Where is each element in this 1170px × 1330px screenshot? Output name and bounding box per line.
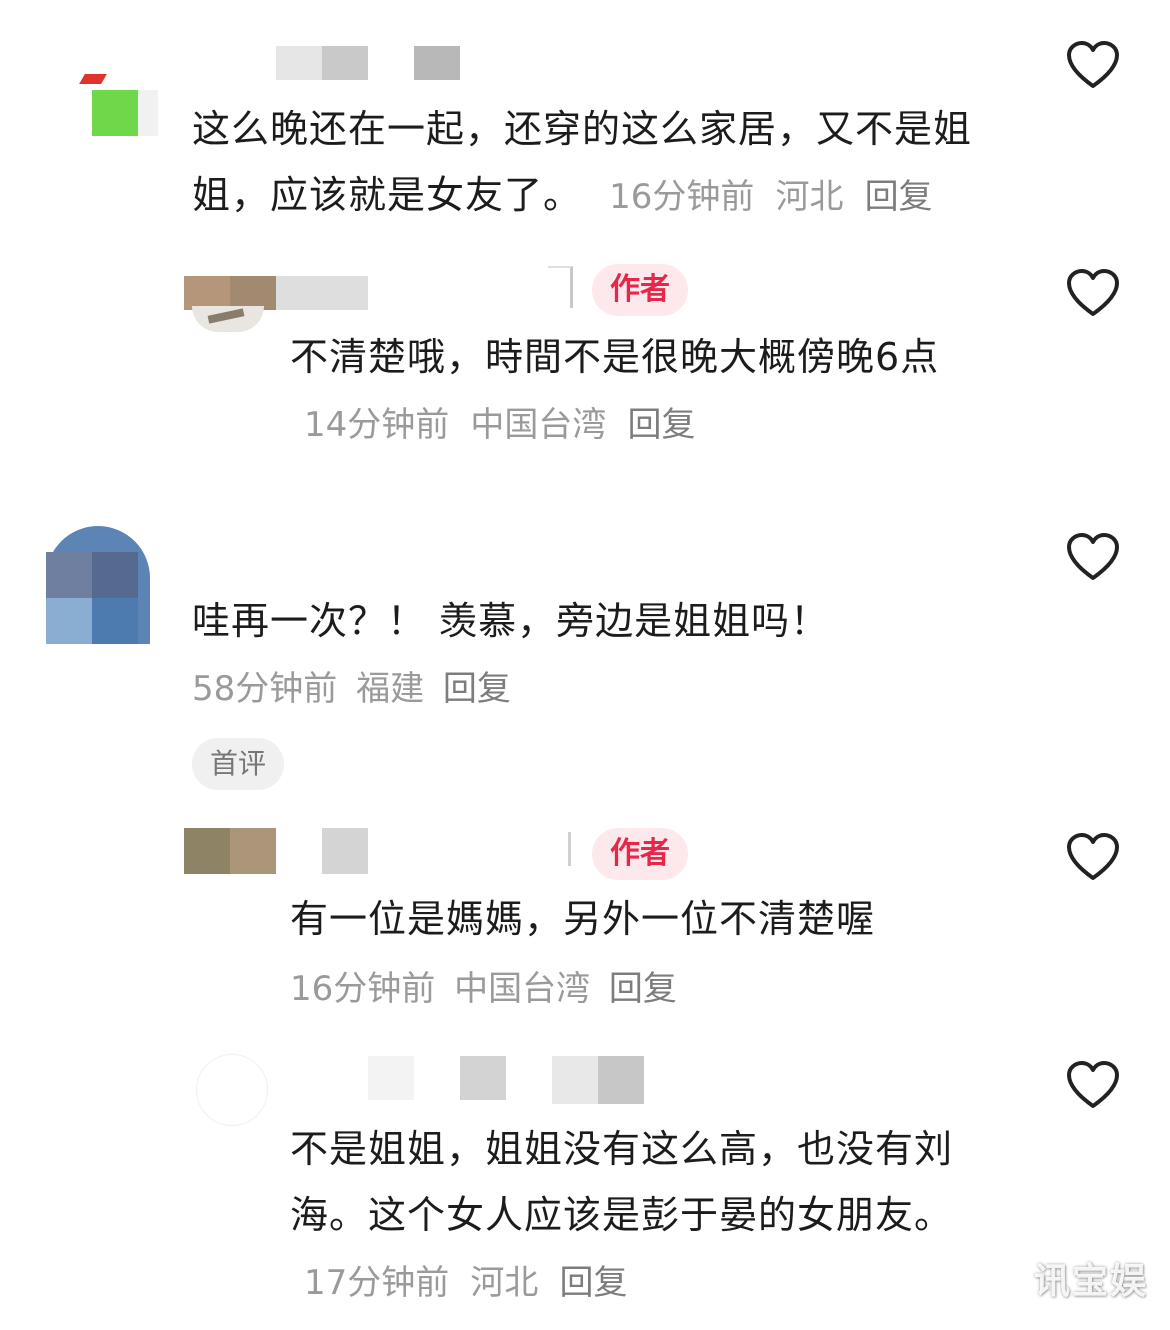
comment-meta: 58分钟前 福建 回复 <box>192 656 511 722</box>
comment-region: 中国台湾 <box>470 405 607 445</box>
username-fragment <box>548 266 573 308</box>
comment-time: 14分钟前 <box>304 405 450 445</box>
username-blurred[interactable] <box>368 1056 414 1100</box>
avatar[interactable] <box>184 828 276 874</box>
username-blurred <box>552 1056 644 1104</box>
reply-button[interactable]: 回复 <box>609 969 677 1009</box>
reply-button[interactable]: 回复 <box>443 669 511 709</box>
comment-time: 16分钟前 <box>609 177 755 217</box>
comment-text: 有一位是媽媽，另外一位不清楚喔 <box>290 897 876 941</box>
comment-text: 不是姐姐，姐姐没有这么高，也没有刘海。这个女人应该是彭于晏的女朋友。 17分钟前… <box>290 1127 954 1303</box>
username-blurred[interactable] <box>276 276 368 310</box>
avatar[interactable] <box>46 526 150 644</box>
comment-time: 58分钟前 <box>192 669 338 709</box>
reply-button[interactable]: 回复 <box>627 405 695 445</box>
comment-region: 中国台湾 <box>454 969 591 1009</box>
comment-meta: 16分钟前 中国台湾 回复 <box>290 956 677 1022</box>
comment-time: 17分钟前 <box>304 1263 450 1303</box>
heart-outline-icon[interactable] <box>1066 1060 1120 1110</box>
heart-outline-icon[interactable] <box>1066 268 1120 318</box>
comment-region: 河北 <box>775 177 844 217</box>
username-fragment <box>556 832 571 866</box>
reply-button[interactable]: 回复 <box>559 1263 627 1303</box>
heart-outline-icon[interactable] <box>1066 40 1120 90</box>
comment-text: 不清楚哦，時間不是很晚大概傍晚6点 14分钟前 中国台湾 回复 <box>290 335 940 445</box>
avatar[interactable] <box>184 276 276 332</box>
username-blurred <box>460 1056 506 1100</box>
comment-time: 16分钟前 <box>290 969 436 1009</box>
author-badge: 作者 <box>592 264 688 316</box>
first-comment-badge: 首评 <box>192 738 285 790</box>
avatar[interactable] <box>196 1054 268 1126</box>
username-blurred[interactable] <box>322 828 368 874</box>
comment-text: 哇再一次？！ 羡慕，旁边是姐姐吗！ <box>192 599 830 643</box>
username-blurred <box>414 46 460 80</box>
watermark-logo: 讯宝娱 <box>1033 1261 1148 1302</box>
comment-region: 河北 <box>470 1263 539 1303</box>
heart-outline-icon[interactable] <box>1066 832 1120 882</box>
avatar[interactable] <box>46 44 158 156</box>
username-blurred[interactable] <box>276 46 368 80</box>
comment-text: 这么晚还在一起，还穿的这么家居，又不是姐姐，应该就是女友了。 16分钟前 河北 … <box>192 107 973 217</box>
heart-outline-icon[interactable] <box>1066 532 1120 582</box>
reply-button[interactable]: 回复 <box>865 177 933 217</box>
author-badge: 作者 <box>592 828 688 880</box>
comment-region: 福建 <box>356 669 425 709</box>
